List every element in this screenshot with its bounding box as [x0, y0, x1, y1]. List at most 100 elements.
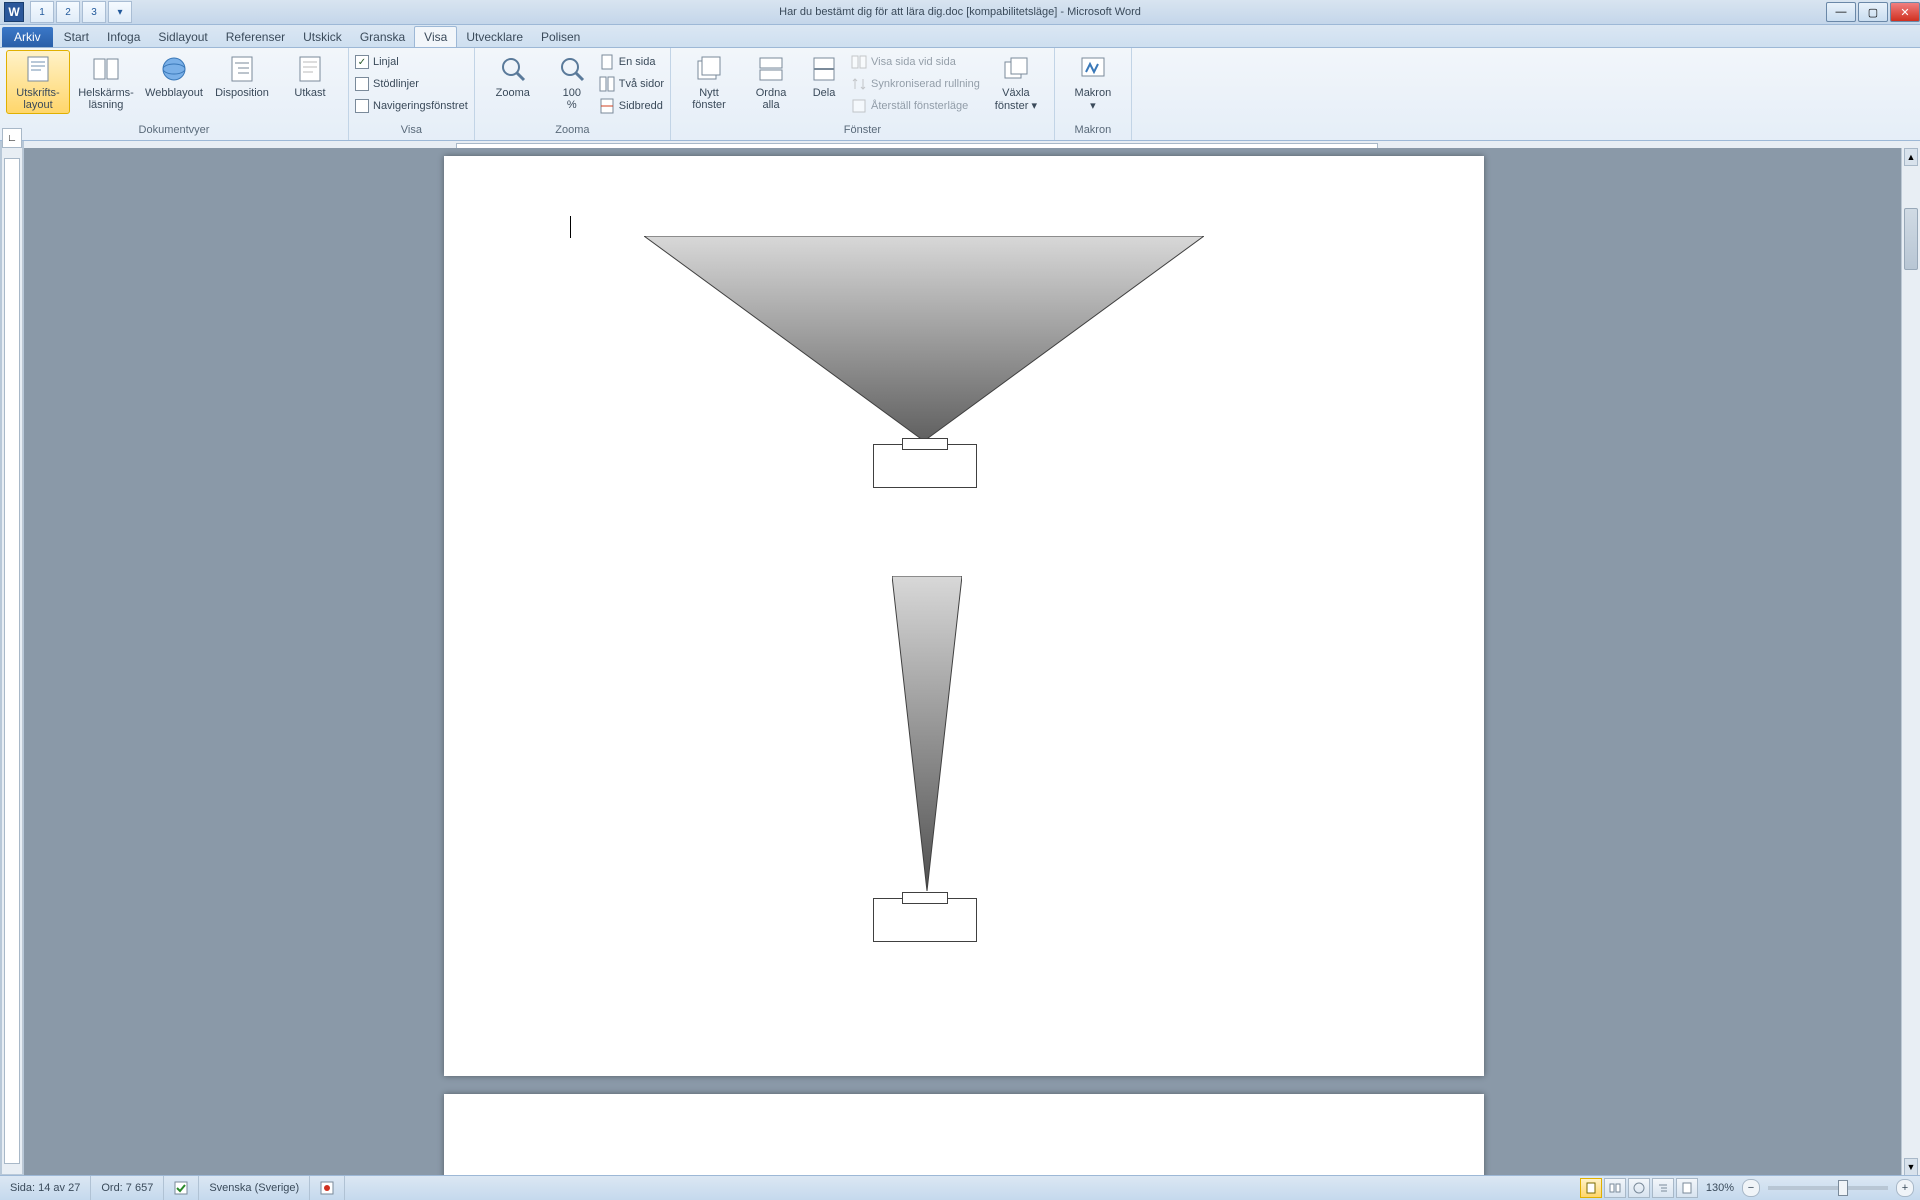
status-page[interactable]: Sida: 14 av 27	[0, 1176, 91, 1200]
ribbon: Utskrifts- layout Helskärms- läsning Web…	[0, 48, 1920, 141]
triangle-shape-narrow[interactable]	[892, 576, 962, 896]
close-button[interactable]: ✕	[1890, 2, 1920, 22]
gridlines-checkbox[interactable]: Stödlinjer	[355, 74, 468, 94]
ruler-corner[interactable]: ∟	[2, 128, 22, 148]
outline-button[interactable]: Disposition	[210, 50, 274, 102]
text-box-handle[interactable]	[902, 438, 948, 450]
page[interactable]	[444, 1094, 1484, 1176]
page[interactable]	[444, 156, 1484, 1076]
macros-icon	[1077, 53, 1109, 85]
page-width-icon	[599, 98, 615, 114]
tab-infoga[interactable]: Infoga	[98, 27, 149, 47]
draft-button[interactable]: Utkast	[278, 50, 342, 102]
two-pages-button[interactable]: Två sidor	[599, 74, 664, 94]
zoom-button[interactable]: Zooma	[481, 50, 545, 102]
reset-window-button: Återställ fönsterläge	[851, 96, 980, 116]
view-draft[interactable]	[1676, 1178, 1698, 1198]
zoom-out-button[interactable]: −	[1742, 1179, 1760, 1197]
document-area[interactable]	[24, 148, 1902, 1176]
one-page-button[interactable]: En sida	[599, 52, 664, 72]
ribbon-tabs: Arkiv Start Infoga Sidlayout Referenser …	[0, 25, 1920, 48]
text-box-shape[interactable]	[873, 444, 977, 488]
tab-granska[interactable]: Granska	[351, 27, 414, 47]
checkbox-checked-icon: ✓	[355, 55, 369, 69]
zoom-in-button[interactable]: +	[1896, 1179, 1914, 1197]
maximize-button[interactable]: ▢	[1858, 2, 1888, 22]
sync-scroll-icon	[851, 76, 867, 92]
zoom-slider-handle[interactable]	[1838, 1180, 1848, 1196]
qat-btn-1[interactable]: 1	[30, 1, 54, 23]
print-layout-icon	[22, 53, 54, 85]
fullscreen-reading-button[interactable]: Helskärms- läsning	[74, 50, 138, 114]
tab-start[interactable]: Start	[55, 27, 98, 47]
checkbox-icon	[355, 77, 369, 91]
draft-icon	[294, 53, 326, 85]
scroll-up-button[interactable]: ▲	[1904, 148, 1918, 166]
scroll-thumb[interactable]	[1904, 208, 1918, 270]
status-proofing[interactable]	[164, 1176, 199, 1200]
zoom-100-icon	[556, 53, 588, 85]
group-window: Nytt fönster Ordna alla Dela Visa sida v…	[671, 48, 1055, 140]
word-app-icon: W	[4, 2, 24, 22]
split-button[interactable]: Dela	[801, 50, 847, 102]
window-title: Har du bestämt dig för att lära dig.doc …	[0, 6, 1920, 18]
minimize-button[interactable]: —	[1826, 2, 1856, 22]
file-tab[interactable]: Arkiv	[2, 27, 53, 47]
tab-utvecklare[interactable]: Utvecklare	[457, 27, 532, 47]
status-language[interactable]: Svenska (Sverige)	[199, 1176, 310, 1200]
tab-polisen[interactable]: Polisen	[532, 27, 589, 47]
group-document-views: Utskrifts- layout Helskärms- läsning Web…	[0, 48, 349, 140]
new-window-button[interactable]: Nytt fönster	[677, 50, 741, 114]
group-show: ✓Linjal Stödlinjer Navigeringsfönstret V…	[349, 48, 475, 140]
text-box-shape[interactable]	[873, 898, 977, 942]
tab-visa[interactable]: Visa	[414, 26, 457, 47]
group-zoom: Zooma 100 % En sida Två sidor Sidbredd Z…	[475, 48, 671, 140]
arrange-all-icon	[755, 53, 787, 85]
web-layout-button[interactable]: Webblayout	[142, 50, 206, 102]
checkbox-icon	[355, 99, 369, 113]
vertical-ruler[interactable]	[2, 148, 23, 1174]
qat-btn-2[interactable]: 2	[56, 1, 80, 23]
side-by-side-button: Visa sida vid sida	[851, 52, 980, 72]
switch-windows-button[interactable]: Växla fönster ▾	[984, 50, 1048, 115]
zoom-slider[interactable]	[1768, 1186, 1888, 1190]
tab-referenser[interactable]: Referenser	[217, 27, 294, 47]
vertical-scrollbar[interactable]: ▲ ▼	[1901, 148, 1920, 1176]
view-web[interactable]	[1628, 1178, 1650, 1198]
print-layout-button[interactable]: Utskrifts- layout	[6, 50, 70, 114]
scroll-down-button[interactable]: ▼	[1904, 1158, 1918, 1176]
text-cursor	[570, 216, 571, 238]
group-label-macros: Makron	[1061, 124, 1125, 138]
ruler-checkbox[interactable]: ✓Linjal	[355, 52, 468, 72]
one-page-icon	[599, 54, 615, 70]
view-fullscreen[interactable]	[1604, 1178, 1626, 1198]
fullscreen-reading-icon	[90, 53, 122, 85]
page-width-button[interactable]: Sidbredd	[599, 96, 664, 116]
navigation-checkbox[interactable]: Navigeringsfönstret	[355, 96, 468, 116]
tab-sidlayout[interactable]: Sidlayout	[149, 27, 216, 47]
two-pages-icon	[599, 76, 615, 92]
group-macros: Makron ▾ Makron	[1055, 48, 1132, 140]
qat-customize[interactable]: ▾	[108, 1, 132, 23]
qat-btn-3[interactable]: 3	[82, 1, 106, 23]
outline-icon	[226, 53, 258, 85]
triangle-shape-wide[interactable]	[644, 236, 1204, 446]
title-bar: W 1 2 3 ▾ Har du bestämt dig för att lär…	[0, 0, 1920, 25]
text-box-handle[interactable]	[902, 892, 948, 904]
zoom-100-button[interactable]: 100 %	[549, 50, 595, 114]
status-bar: Sida: 14 av 27 Ord: 7 657 Svenska (Sveri…	[0, 1175, 1920, 1200]
status-macro[interactable]	[310, 1176, 345, 1200]
group-label-zoom: Zooma	[481, 124, 664, 138]
status-word-count[interactable]: Ord: 7 657	[91, 1176, 164, 1200]
macros-button[interactable]: Makron ▾	[1061, 50, 1125, 115]
sync-scroll-button: Synkroniserad rullning	[851, 74, 980, 94]
view-outline[interactable]	[1652, 1178, 1674, 1198]
proofing-icon	[174, 1181, 188, 1195]
tab-utskick[interactable]: Utskick	[294, 27, 351, 47]
reset-window-icon	[851, 98, 867, 114]
view-print-layout[interactable]	[1580, 1178, 1602, 1198]
arrange-all-button[interactable]: Ordna alla	[745, 50, 797, 114]
group-label-views: Dokumentvyer	[6, 124, 342, 138]
group-label-window: Fönster	[677, 124, 1048, 138]
zoom-level[interactable]: 130%	[1706, 1182, 1734, 1194]
